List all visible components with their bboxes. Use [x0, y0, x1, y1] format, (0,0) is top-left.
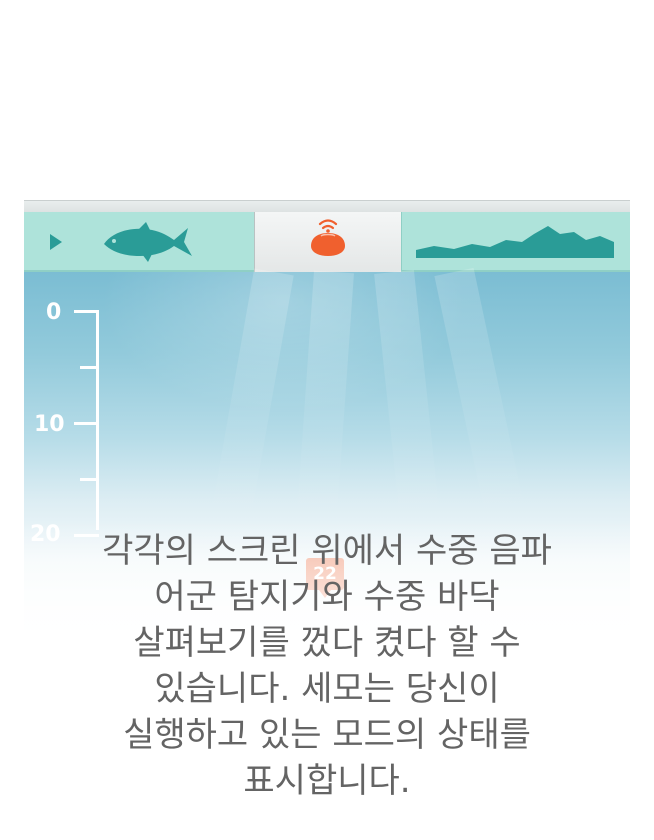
caption-line: 있습니다. 세모는 당신이 — [154, 669, 500, 709]
tab-sonar-device[interactable] — [254, 212, 402, 272]
play-arrow-icon — [50, 234, 62, 250]
depth-label-10: 10 — [34, 412, 65, 437]
depth-tick — [74, 310, 99, 313]
light-ray — [209, 268, 294, 532]
caption-line: 각각의 스크린 위에서 수중 음파 — [102, 531, 552, 571]
light-ray — [374, 269, 442, 533]
light-ray — [295, 270, 354, 533]
tab-bottom-contour[interactable] — [401, 212, 630, 272]
caption-line: 표시합니다. — [243, 761, 411, 801]
bottom-contour-icon — [416, 226, 614, 258]
fish-icon — [104, 222, 192, 262]
depth-tick — [80, 366, 99, 369]
tab-fish-finder[interactable] — [24, 212, 255, 272]
depth-tick — [80, 478, 99, 481]
caption-line: 어군 탐지기와 수중 바닥 — [154, 577, 500, 617]
caption-text: 각각의 스크린 위에서 수중 음파 어군 탐지기와 수중 바닥 살펴보기를 껐다… — [20, 528, 634, 804]
light-ray — [434, 267, 528, 531]
sonar-device-icon — [311, 219, 345, 256]
depth-tick — [74, 422, 99, 425]
depth-scale-axis — [96, 310, 99, 530]
depth-label-0: 0 — [46, 300, 62, 325]
caption-line: 살펴보기를 껐다 켰다 할 수 — [133, 623, 521, 663]
caption-line: 실행하고 있는 모드의 상태를 — [123, 715, 531, 755]
mode-tabs — [24, 212, 630, 272]
